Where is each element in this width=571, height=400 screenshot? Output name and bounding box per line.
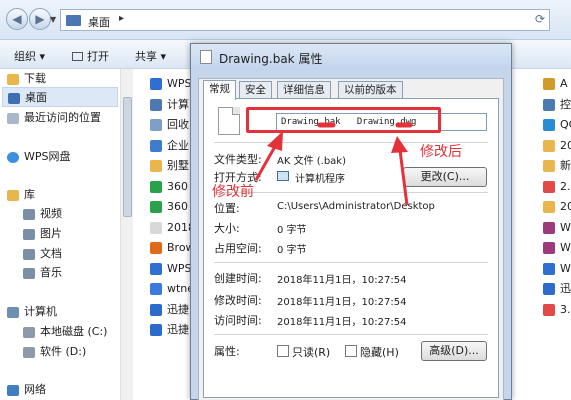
arrow-after-shaft — [398, 149, 409, 206]
arrow-before-head — [267, 131, 283, 151]
tab-general[interactable]: 常规 — [203, 80, 236, 100]
annotation-before-label: 修改前 — [212, 184, 254, 200]
annotation-after-label: 修改后 — [420, 144, 462, 160]
arrow-before-shaft — [254, 142, 279, 181]
arrow-after-head — [391, 136, 408, 153]
annotation-arrows — [254, 122, 413, 206]
